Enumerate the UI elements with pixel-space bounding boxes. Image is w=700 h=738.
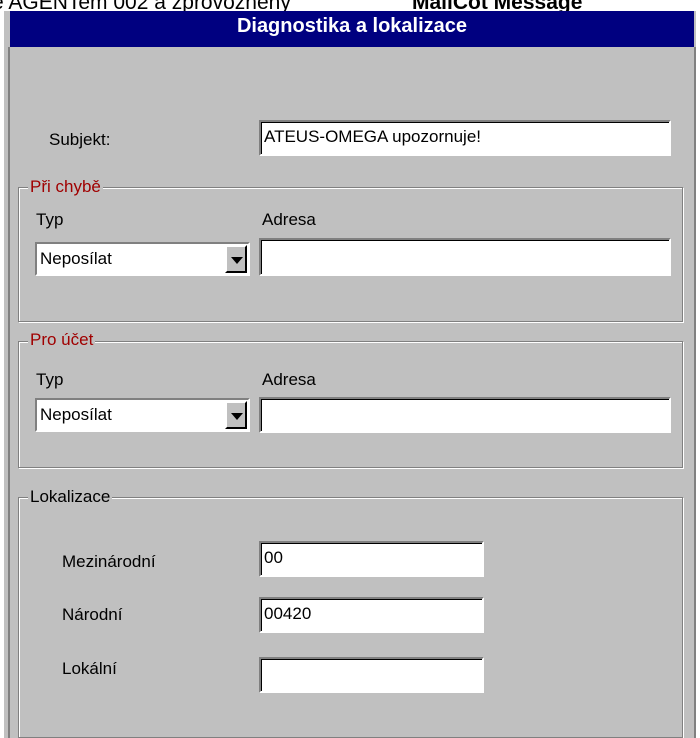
- dialog-right-edge: [694, 47, 696, 738]
- localization-group-title: Lokalizace: [28, 487, 113, 507]
- account-type-dropdown-button[interactable]: [225, 401, 247, 429]
- international-input[interactable]: 00: [259, 541, 484, 577]
- dialog-left-edge: [8, 47, 10, 738]
- account-group-title: Pro účet: [28, 330, 96, 350]
- diagnostics-dialog: Diagnostika a lokalizace Subjekt: ATEUS-…: [4, 11, 696, 738]
- error-address-label: Adresa: [262, 210, 316, 229]
- national-input[interactable]: 00420: [259, 597, 484, 633]
- account-type-value: Neposílat: [40, 405, 112, 424]
- dialog-titlebar: Diagnostika a lokalizace: [10, 11, 694, 47]
- local-label: Lokální: [62, 659, 117, 678]
- international-label: Mezinárodní: [62, 552, 156, 571]
- error-type-value: Neposílat: [40, 249, 112, 268]
- chevron-down-icon: [231, 257, 243, 264]
- error-type-select[interactable]: Neposílat: [35, 242, 250, 276]
- national-label: Národní: [62, 605, 123, 624]
- account-type-label: Typ: [36, 370, 64, 389]
- error-group-title: Při chybě: [28, 177, 103, 197]
- local-input[interactable]: [259, 657, 484, 693]
- error-address-input[interactable]: [259, 238, 671, 276]
- account-type-select[interactable]: Neposílat: [35, 398, 250, 432]
- account-address-label: Adresa: [262, 370, 316, 389]
- subject-input[interactable]: ATEUS-OMEGA upozornuje!: [259, 120, 671, 156]
- subject-label: Subjekt:: [49, 130, 111, 149]
- chevron-down-icon: [231, 413, 243, 420]
- error-type-label: Typ: [36, 210, 64, 229]
- error-type-dropdown-button[interactable]: [225, 245, 247, 273]
- account-address-input[interactable]: [259, 397, 671, 433]
